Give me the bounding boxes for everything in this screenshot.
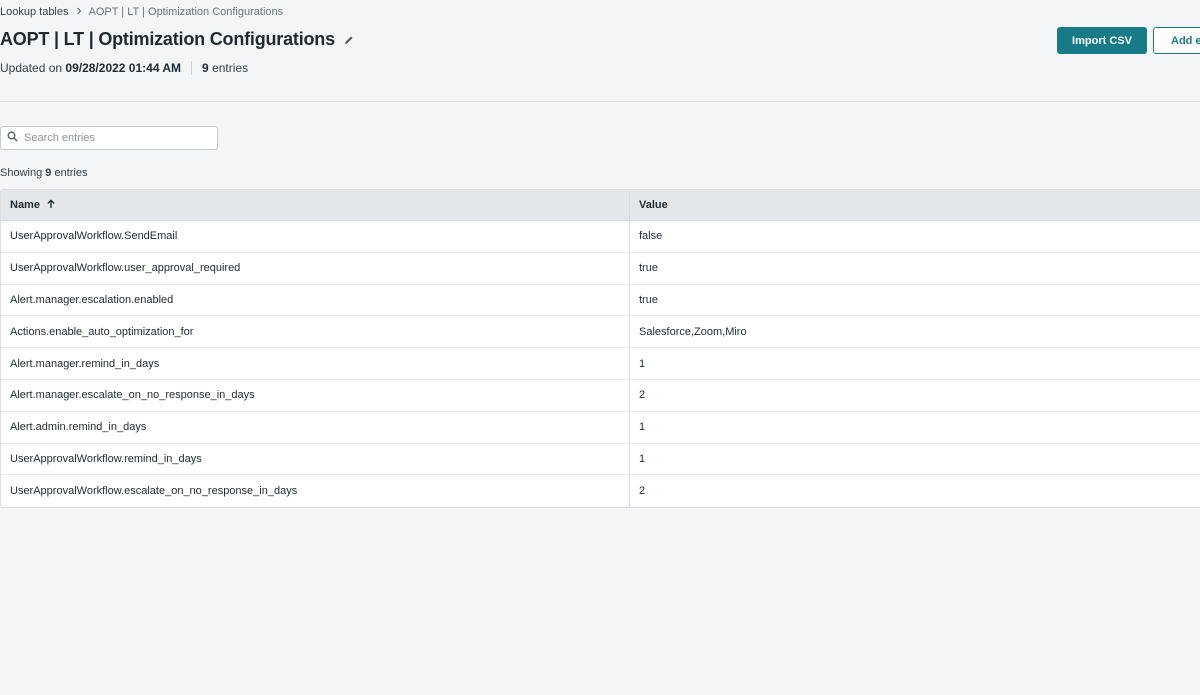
cell-name: UserApprovalWorkflow.remind_in_days xyxy=(1,443,630,475)
table-row[interactable]: UserApprovalWorkflow.SendEmail false xyxy=(1,221,1200,253)
breadcrumb-current: AOPT | LT | Optimization Configurations xyxy=(88,6,284,18)
meta-divider xyxy=(191,61,193,75)
table-row[interactable]: Alert.manager.escalate_on_no_response_in… xyxy=(1,379,1200,412)
table-row[interactable]: UserApprovalWorkflow.escalate_on_no_resp… xyxy=(1,475,1200,508)
add-entry-button[interactable]: Add entry xyxy=(1153,27,1200,54)
arrow-up-icon xyxy=(46,198,56,212)
table-header: Name Value xyxy=(1,190,1200,221)
cell-name: Alert.admin.remind_in_days xyxy=(1,411,630,443)
cell-value: 2 xyxy=(639,389,646,402)
pencil-icon[interactable] xyxy=(343,34,355,46)
showing-summary: Showing 9 entries xyxy=(0,167,87,179)
entries-count: 9 xyxy=(202,61,209,75)
search-input[interactable] xyxy=(24,132,204,144)
showing-suffix: entries xyxy=(54,167,88,179)
lookup-table-page: Lookup tables AOPT | LT | Optimization C… xyxy=(0,0,1200,695)
breadcrumb: Lookup tables AOPT | LT | Optimization C… xyxy=(0,6,283,18)
column-header-value[interactable]: Value xyxy=(630,190,1200,220)
import-csv-button[interactable]: Import CSV xyxy=(1057,27,1147,54)
table-row[interactable]: Alert.manager.escalation.enabled true xyxy=(1,284,1200,317)
cell-name: Alert.manager.remind_in_days xyxy=(1,348,630,379)
cell-name: UserApprovalWorkflow.SendEmail xyxy=(1,221,630,252)
cell-value: false xyxy=(639,230,663,243)
cell-name: Actions.enable_auto_optimization_for xyxy=(1,316,630,348)
table-row[interactable]: UserApprovalWorkflow.user_approval_requi… xyxy=(1,252,1200,285)
cell-value: true xyxy=(639,262,658,275)
cell-name: UserApprovalWorkflow.user_approval_requi… xyxy=(1,252,630,284)
breadcrumb-lookup-tables[interactable]: Lookup tables xyxy=(0,6,69,18)
title-row: AOPT | LT | Optimization Configurations xyxy=(0,29,355,50)
column-header-name[interactable]: Name xyxy=(1,190,630,220)
search-box xyxy=(0,126,218,150)
entries-label: entries xyxy=(212,61,249,75)
cell-value: 1 xyxy=(639,357,646,370)
cell-value: true xyxy=(639,293,658,306)
table-row[interactable]: Alert.manager.remind_in_days 1 xyxy=(1,348,1200,380)
showing-count: 9 xyxy=(45,167,52,179)
column-header-value-label: Value xyxy=(639,199,668,211)
search-icon xyxy=(7,129,18,147)
header-divider xyxy=(0,101,1200,102)
entries-table: Name Value UserApprovalWorkflow.SendEmai… xyxy=(0,189,1200,509)
cell-name: Alert.manager.escalate_on_no_response_in… xyxy=(1,379,630,411)
page-title: AOPT | LT | Optimization Configurations xyxy=(0,29,335,49)
showing-prefix: Showing xyxy=(0,167,43,179)
cell-value: 2 xyxy=(639,485,646,498)
cell-value: Salesforce,Zoom,Miro xyxy=(639,325,747,338)
updated-prefix: Updated on xyxy=(0,61,63,75)
cell-value: 1 xyxy=(639,452,646,465)
cell-value: 1 xyxy=(639,421,646,434)
cell-name: Alert.manager.escalation.enabled xyxy=(1,284,630,316)
table-row[interactable]: UserApprovalWorkflow.remind_in_days 1 xyxy=(1,443,1200,476)
updated-timestamp: 09/28/2022 01:44 AM xyxy=(65,61,182,75)
cell-name: UserApprovalWorkflow.escalate_on_no_resp… xyxy=(1,475,630,508)
table-row[interactable]: Alert.admin.remind_in_days 1 xyxy=(1,411,1200,444)
table-meta: Updated on 09/28/2022 01:44 AM 9 entries xyxy=(0,61,248,75)
column-header-name-label: Name xyxy=(10,199,40,211)
table-row[interactable]: Actions.enable_auto_optimization_for Sal… xyxy=(1,316,1200,349)
chevron-right-icon xyxy=(75,7,83,18)
